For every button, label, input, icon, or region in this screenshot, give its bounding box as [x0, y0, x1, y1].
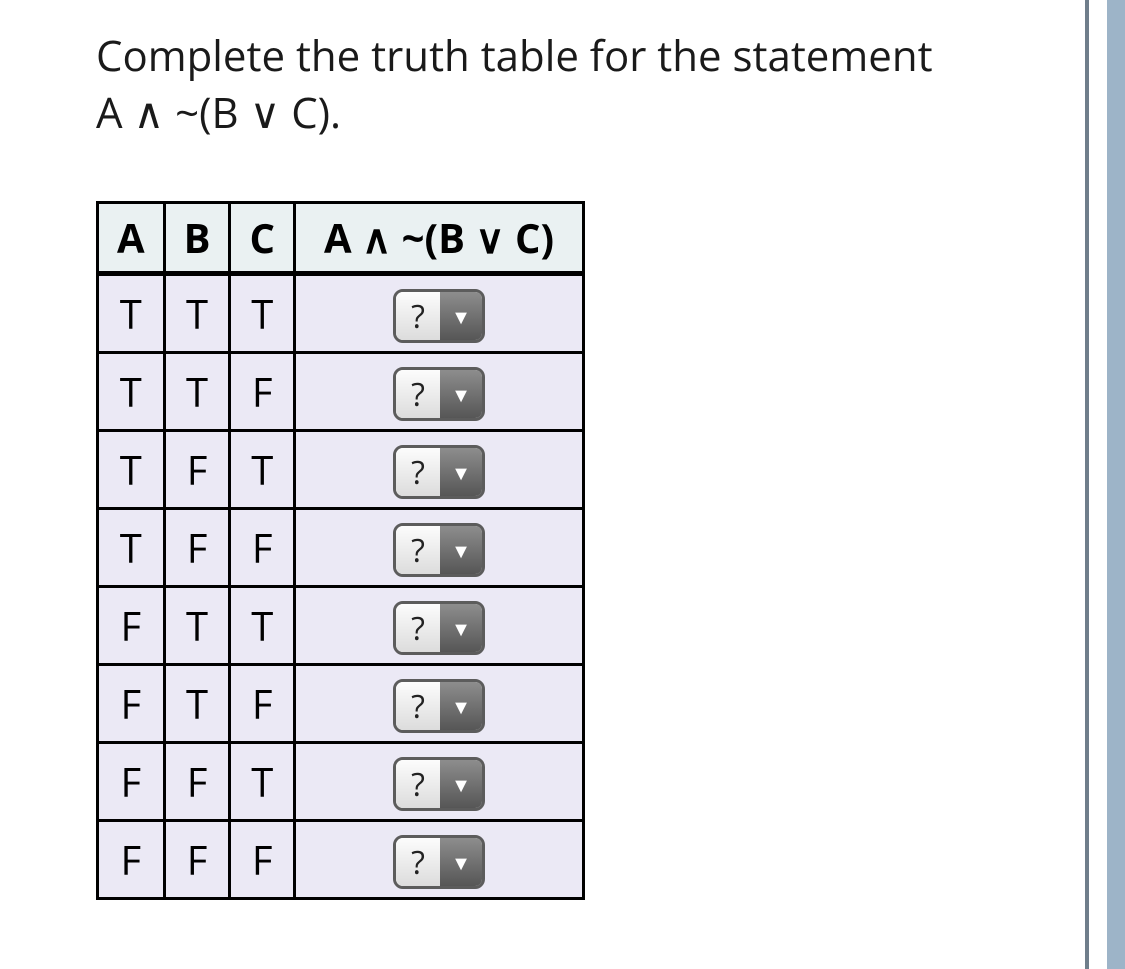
cell-a: F [98, 743, 165, 821]
answer-dropdown[interactable]: ? ▼ [393, 757, 485, 811]
chevron-down-icon: ▼ [440, 838, 482, 886]
chevron-down-icon: ▼ [440, 370, 482, 418]
table-row: T T T ? ▼ [98, 274, 584, 353]
table-row: F T F ? ▼ [98, 665, 584, 743]
cell-c: F [230, 665, 295, 743]
cell-answer: ? ▼ [294, 587, 583, 665]
chevron-down-icon: ▼ [440, 448, 482, 496]
answer-dropdown[interactable]: ? ▼ [393, 445, 485, 499]
chevron-down-icon: ▼ [440, 292, 482, 340]
answer-dropdown[interactable]: ? ▼ [393, 367, 485, 421]
chevron-down-icon: ▼ [440, 760, 482, 808]
answer-dropdown[interactable]: ? ▼ [393, 523, 485, 577]
header-a: A [98, 203, 165, 274]
dropdown-value: ? [396, 526, 440, 574]
header-expression: A ∧ ~(B ∨ C) [294, 203, 583, 274]
cell-b: T [164, 587, 230, 665]
table-row: F F F ? ▼ [98, 821, 584, 899]
answer-dropdown[interactable]: ? ▼ [393, 289, 485, 343]
cell-answer: ? ▼ [294, 353, 583, 431]
cell-c: T [230, 587, 295, 665]
question-text: Complete the truth table for the stateme… [96, 28, 996, 141]
dropdown-value: ? [396, 760, 440, 808]
page: Complete the truth table for the stateme… [0, 0, 1125, 969]
cell-b: T [164, 665, 230, 743]
cell-a: T [98, 353, 165, 431]
dropdown-value: ? [396, 604, 440, 652]
cell-b: T [164, 353, 230, 431]
cell-c: F [230, 821, 295, 899]
answer-dropdown[interactable]: ? ▼ [393, 679, 485, 733]
cell-b: F [164, 509, 230, 587]
chevron-down-icon: ▼ [440, 526, 482, 574]
dropdown-value: ? [396, 838, 440, 886]
cell-b: F [164, 743, 230, 821]
cell-c: T [230, 431, 295, 509]
cell-a: F [98, 665, 165, 743]
cell-answer: ? ▼ [294, 665, 583, 743]
dropdown-value: ? [396, 448, 440, 496]
table-row: F F T ? ▼ [98, 743, 584, 821]
cell-a: F [98, 587, 165, 665]
chevron-down-icon: ▼ [440, 604, 482, 652]
dropdown-value: ? [396, 292, 440, 340]
cell-c: T [230, 274, 295, 353]
cell-answer: ? ▼ [294, 743, 583, 821]
cell-c: F [230, 509, 295, 587]
cell-a: T [98, 431, 165, 509]
cell-a: T [98, 274, 165, 353]
cell-c: F [230, 353, 295, 431]
table-header-row: A B C A ∧ ~(B ∨ C) [98, 203, 584, 274]
table-row: T F F ? ▼ [98, 509, 584, 587]
question-line-2: A ∧ ~(B ∨ C). [96, 84, 341, 141]
dropdown-value: ? [396, 682, 440, 730]
truth-table: A B C A ∧ ~(B ∨ C) T T T ? ▼ T T [96, 201, 585, 900]
answer-dropdown[interactable]: ? ▼ [393, 835, 485, 889]
cell-b: F [164, 821, 230, 899]
table-row: T F T ? ▼ [98, 431, 584, 509]
cell-answer: ? ▼ [294, 274, 583, 353]
cell-a: F [98, 821, 165, 899]
cell-b: F [164, 431, 230, 509]
cell-answer: ? ▼ [294, 821, 583, 899]
header-c: C [230, 203, 295, 274]
dropdown-value: ? [396, 370, 440, 418]
table-row: T T F ? ▼ [98, 353, 584, 431]
cell-answer: ? ▼ [294, 509, 583, 587]
cell-c: T [230, 743, 295, 821]
header-b: B [164, 203, 230, 274]
cell-a: T [98, 509, 165, 587]
answer-dropdown[interactable]: ? ▼ [393, 601, 485, 655]
question-line-1: Complete the truth table for the stateme… [96, 27, 933, 84]
table-row: F T T ? ▼ [98, 587, 584, 665]
cell-answer: ? ▼ [294, 431, 583, 509]
chevron-down-icon: ▼ [440, 682, 482, 730]
cell-b: T [164, 274, 230, 353]
